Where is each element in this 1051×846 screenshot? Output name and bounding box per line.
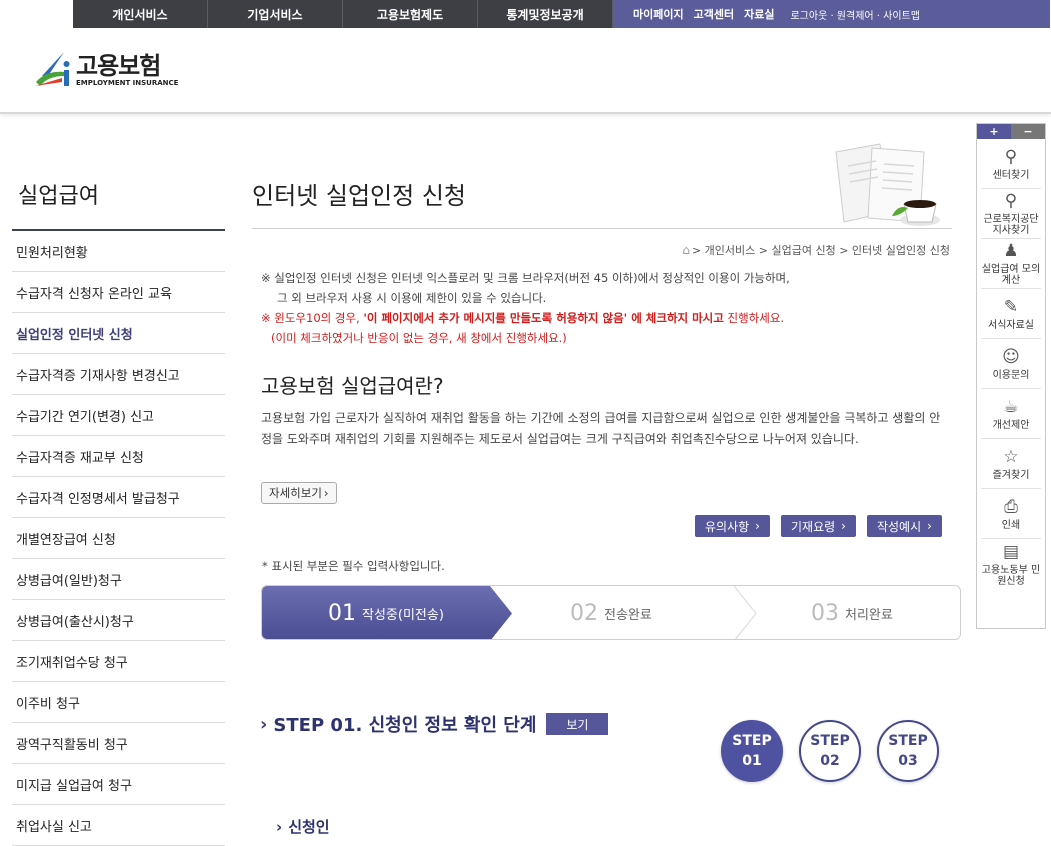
lnb-item[interactable]: 상병급여(일반)청구 [12, 559, 225, 600]
quick-moel-petition[interactable]: ▤ 고용노동부 민원신청 [981, 539, 1041, 589]
lnb-item[interactable]: 수급자격증 기재사항 변경신고 [12, 354, 225, 395]
chevron-right-icon: › [323, 486, 329, 500]
papers-coffee-illustration [828, 142, 946, 232]
lnb-item[interactable]: 상병급여(출산시)청구 [12, 600, 225, 641]
step-circle-1[interactable]: STEP 01 [721, 720, 783, 782]
zoom-in-button[interactable]: + [977, 124, 1011, 139]
document-icon: ▤ [1002, 541, 1020, 562]
main-menu: 개인서비스 기업서비스 고용보험제도 통계및정보공개 [73, 0, 613, 28]
notice-line-2: 그 외 브라우저 사용 시 이용에 제한이 있을 수 있습니다. [277, 291, 547, 305]
quick-benefit-calculator[interactable]: ♟ 실업급여 모의계산 [981, 239, 1041, 289]
guide-buttons: 유의사항 › 기재요령 › 작성예시 › [695, 515, 942, 537]
lnb-item[interactable]: 미지급 실업급여 청구 [12, 764, 225, 805]
logo-mark-icon [32, 48, 74, 92]
data-room-link[interactable]: 자료실 [744, 6, 774, 22]
lnb-item[interactable]: 수급기간 연기(변경) 신고 [12, 395, 225, 436]
map-pin-icon: ⚲ [1004, 146, 1018, 167]
chat-icon: ☺ [1002, 346, 1020, 367]
quick-find-branch[interactable]: ⚲ 근로복지공단 지사찾기 [981, 189, 1041, 239]
lnb-item[interactable]: 광역구직활동비 청구 [12, 723, 225, 764]
print-icon: ⎙ [1004, 496, 1018, 517]
applicant-subtitle: › 신청인 [276, 817, 330, 837]
quick-find-center[interactable]: ⚲ 센터찾기 [981, 139, 1041, 189]
site-logo[interactable]: 고용보험 EMPLOYMENT INSURANCE [32, 48, 178, 92]
top-navigation: 개인서비스 기업서비스 고용보험제도 통계및정보공개 마이페이지 고객센터 자료… [0, 0, 1051, 28]
utility-menu: 마이페이지 고객센터 자료실 로그아웃 · 원격제어 · 사이트맵 [613, 0, 1050, 28]
home-icon[interactable]: ⌂ [682, 243, 690, 257]
coffee-icon: ☕ [1003, 396, 1019, 417]
chevron-right-icon: › [276, 817, 283, 836]
lnb-item[interactable]: 개별연장급여 신청 [12, 518, 225, 559]
lnb-item[interactable]: 수급자격 신청자 온라인 교육 [12, 272, 225, 313]
lnb-item[interactable]: 수급자격증 재교부 신청 [12, 436, 225, 477]
chevron-right-icon: › [927, 519, 932, 533]
notice-line-4: (이미 체크하였거나 반응이 없는 경우, 새 창에서 진행하세요.) [271, 331, 567, 345]
progress-steps: 01 작성중(미전송) 02 전송완료 03 처리완료 [261, 585, 961, 640]
lnb-item-active[interactable]: 실업인정 인터넷 신청 [12, 313, 225, 354]
menu-statistics[interactable]: 통계및정보공개 [478, 0, 613, 28]
quick-favorites[interactable]: ☆ 즐겨찾기 [981, 439, 1041, 489]
site-header: 고용보험 EMPLOYMENT INSURANCE [0, 28, 1051, 114]
lnb-item[interactable]: 수급자격 인정명세서 발급청구 [12, 477, 225, 518]
quick-menu: + − ⚲ 센터찾기 ⚲ 근로복지공단 지사찾기 ♟ 실업급여 모의계산 ✎ 서… [976, 123, 1046, 629]
chevron-right-icon: › [260, 713, 268, 735]
left-navigation: 민원처리현황 수급자격 신청자 온라인 교육 실업인정 인터넷 신청 수급자격증… [12, 229, 225, 846]
filling-guide-button[interactable]: 기재요령 › [780, 515, 856, 537]
view-button[interactable]: 보기 [546, 713, 609, 735]
chevron-right-icon: › [841, 519, 846, 533]
breadcrumb-path[interactable]: > 개인서비스 > 실업급여 신청 > 인터넷 실업인정 신청 [692, 242, 950, 258]
menu-personal-service[interactable]: 개인서비스 [73, 0, 208, 28]
page-title: 인터넷 실업인정 신청 [252, 182, 466, 210]
step-circle-3[interactable]: STEP 03 [877, 720, 939, 782]
notice-line-3: ※ 윈도우10의 경우, '이 페이지에서 추가 메시지를 만들도록 허용하지 … [261, 311, 785, 325]
section-heading: 고용보험 실업급여란? [261, 374, 444, 398]
customer-center-link[interactable]: 고객센터 [694, 6, 734, 22]
lnb-title: 실업급여 [18, 184, 99, 209]
menu-business-service[interactable]: 기업서비스 [208, 0, 343, 28]
breadcrumb: ⌂ > 개인서비스 > 실업급여 신청 > 인터넷 실업인정 신청 [682, 242, 950, 258]
mypage-link[interactable]: 마이페이지 [633, 6, 684, 22]
quick-suggestion[interactable]: ☕ 개선제안 [981, 389, 1041, 439]
quick-forms[interactable]: ✎ 서식자료실 [981, 289, 1041, 339]
menu-insurance-system[interactable]: 고용보험제도 [343, 0, 478, 28]
utility-links[interactable]: 로그아웃 · 원격제어 · 사이트맵 [790, 7, 919, 22]
person-icon: ♟ [1003, 241, 1019, 261]
step-circle-2[interactable]: STEP 02 [799, 720, 861, 782]
lnb-item[interactable]: 조기재취업수당 청구 [12, 641, 225, 682]
quick-print[interactable]: ⎙ 인쇄 [981, 489, 1041, 539]
notice-line-1: ※ 실업인정 인터넷 신청은 인터넷 익스플로러 및 크롬 브라우저(버전 45… [261, 271, 790, 285]
section-description: 고용보험 가입 근로자가 실직하여 재취업 활동을 하는 기간에 소정의 급여를… [261, 411, 941, 446]
star-icon: ☆ [1003, 446, 1019, 467]
edit-icon: ✎ [1003, 296, 1019, 317]
required-note: * 표시된 부분은 필수 입력사항입니다. [262, 559, 445, 573]
example-button[interactable]: 작성예시 › [866, 515, 942, 537]
quick-menu-zoom: + − [977, 124, 1045, 139]
step-section-title: › STEP 01. 신청인 정보 확인 단계 보기 [260, 711, 609, 737]
zoom-out-button[interactable]: − [1011, 124, 1045, 139]
lnb-item[interactable]: 민원처리현황 [12, 231, 225, 272]
title-divider [252, 228, 952, 229]
step-1-current: 01 작성중(미전송) [328, 601, 444, 626]
lnb-item[interactable]: 취업사실 신고 [12, 805, 225, 846]
browser-notice: ※ 실업인정 인터넷 신청은 인터넷 익스플로러 및 크롬 브라우저(버전 45… [261, 268, 790, 348]
lnb-item[interactable]: 이주비 청구 [12, 682, 225, 723]
quick-inquiry[interactable]: ☺ 이용문의 [981, 339, 1041, 389]
chevron-right-icon: › [755, 519, 760, 533]
step-circles: STEP 01 STEP 02 STEP 03 [721, 720, 939, 782]
step-3: 03 처리완료 [811, 601, 893, 626]
logo-english-text: EMPLOYMENT INSURANCE [76, 79, 179, 87]
more-details-button[interactable]: 자세히보기 › [261, 482, 337, 504]
logo-korean-text: 고용보험 [76, 52, 161, 80]
map-pin-icon: ⚲ [1004, 191, 1018, 211]
step-2: 02 전송완료 [570, 601, 652, 626]
notes-button[interactable]: 유의사항 › [695, 515, 770, 537]
